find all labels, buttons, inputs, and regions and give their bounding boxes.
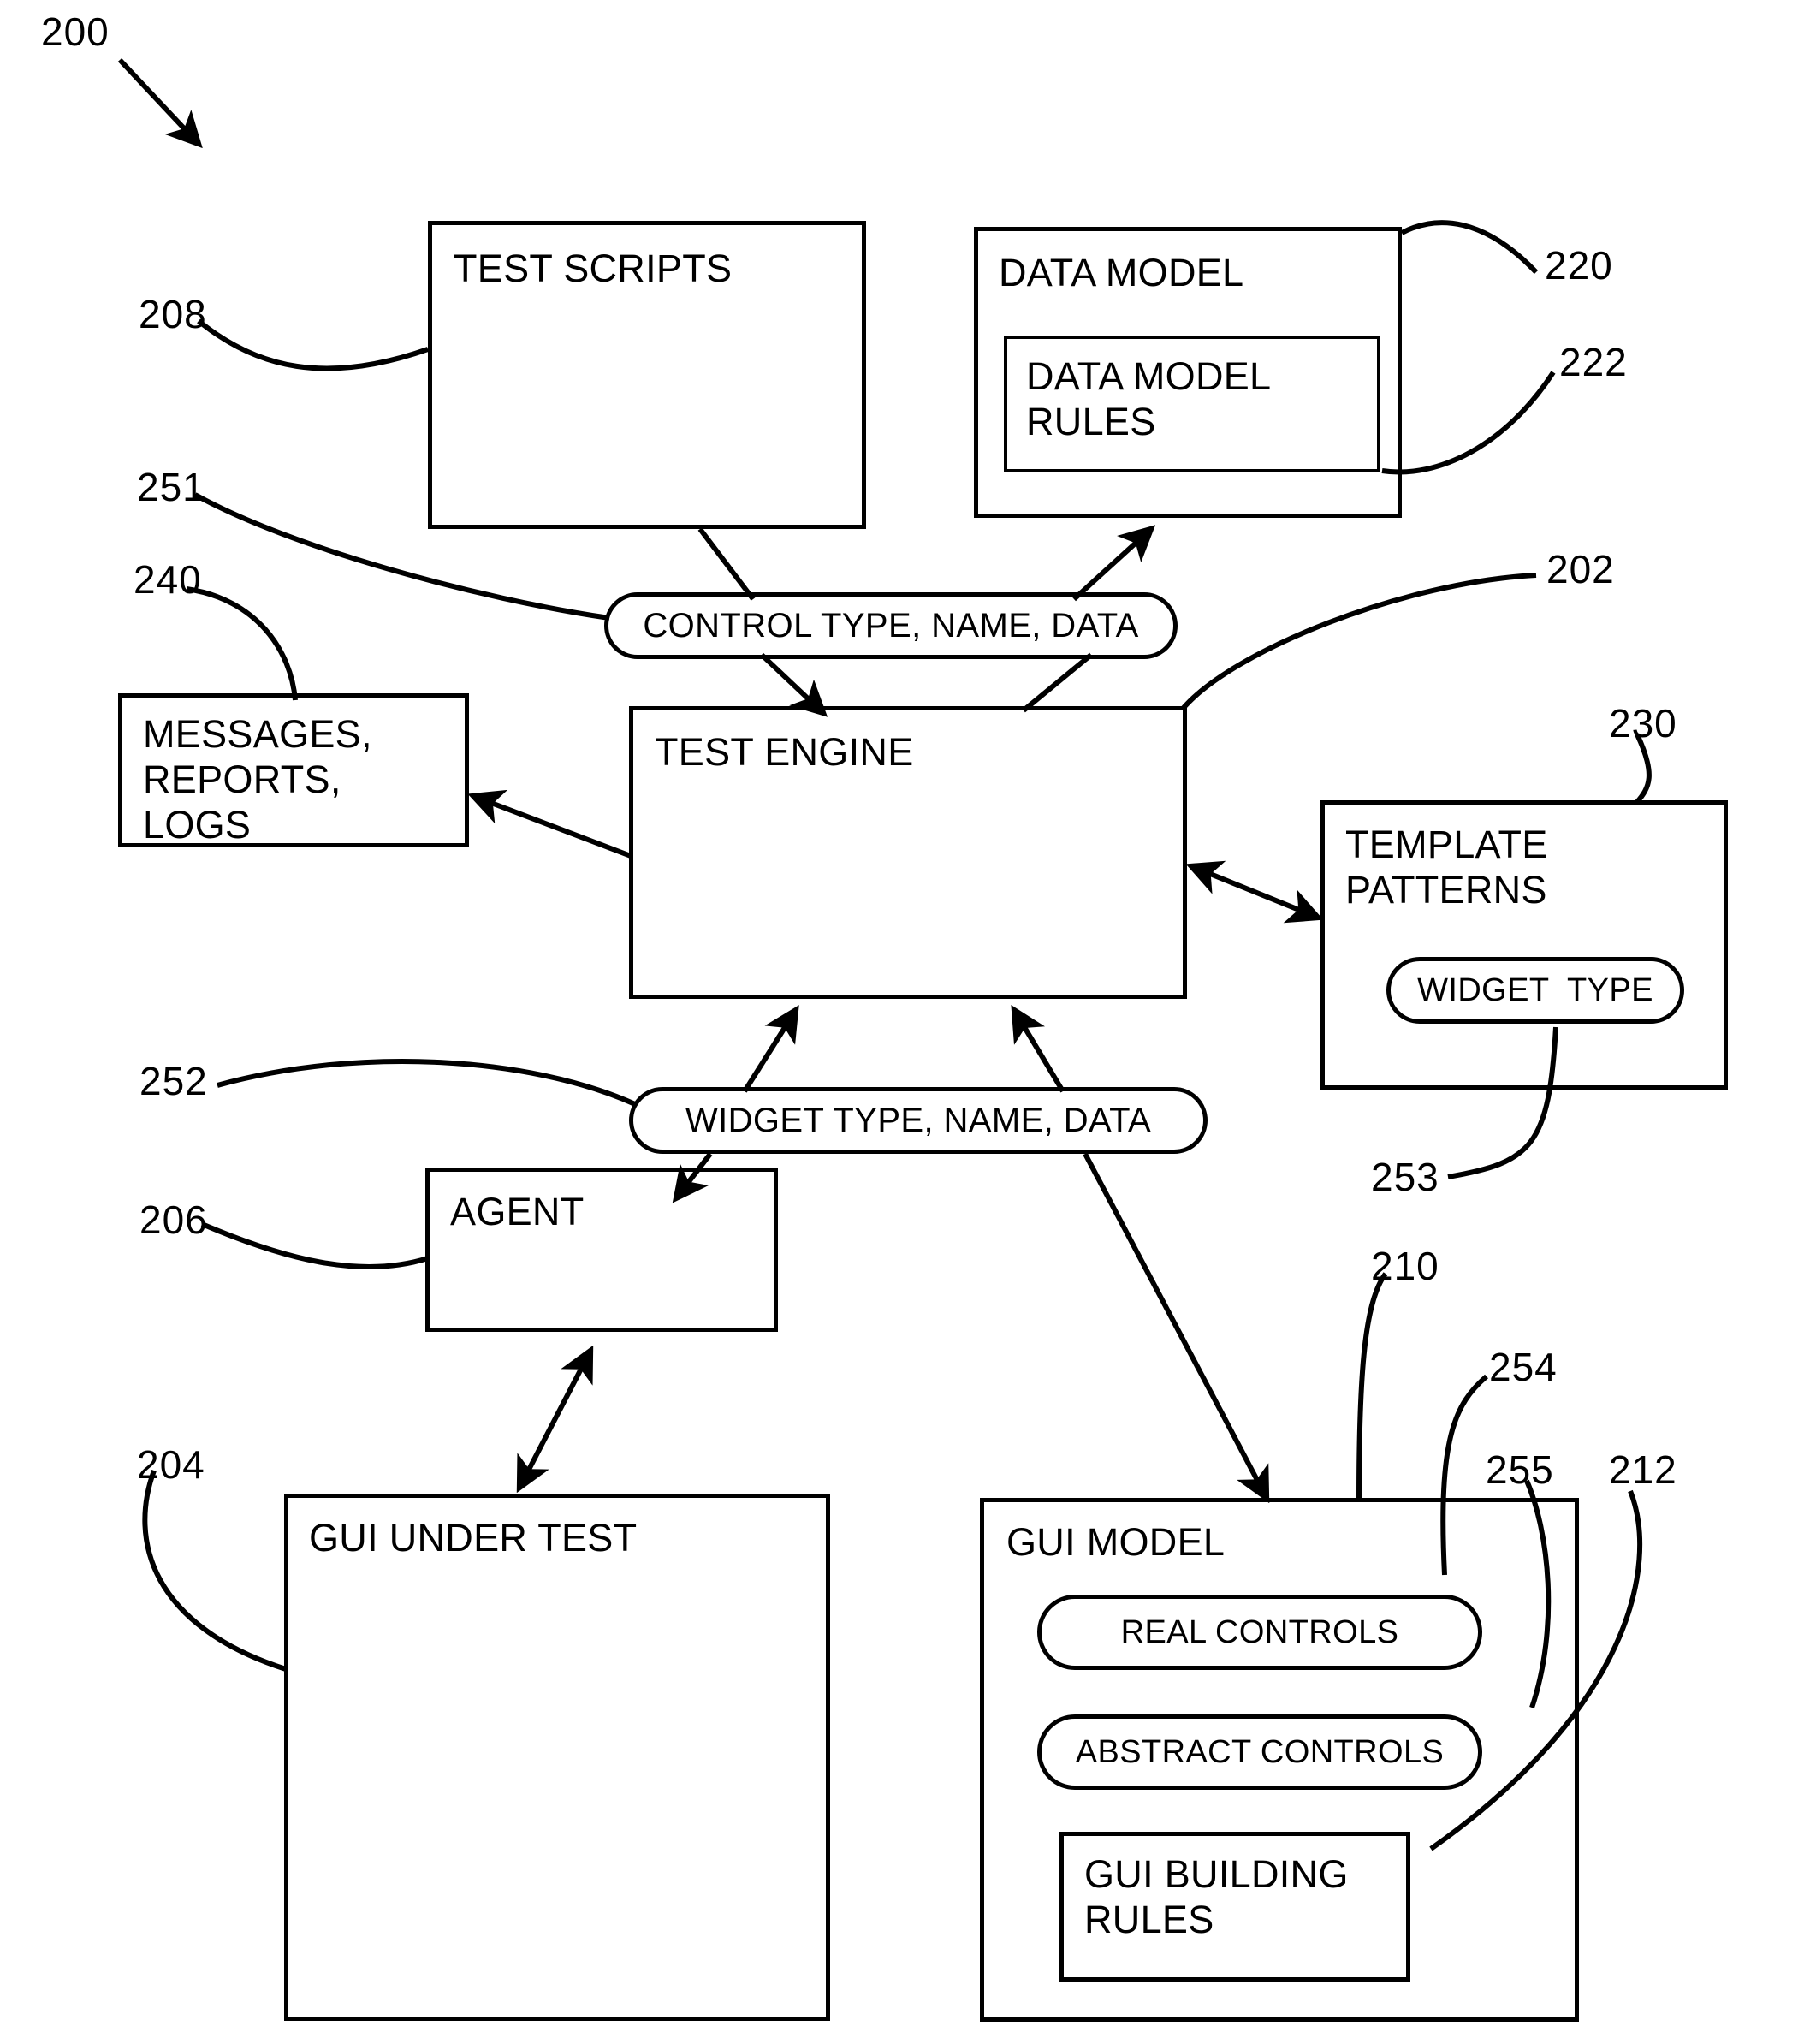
ref-253: 253 — [1371, 1155, 1439, 1199]
ref-251: 251 — [137, 465, 205, 509]
node-messages-reports-logs: MESSAGES, REPORTS, LOGS — [118, 693, 469, 847]
node-gui-model-label: GUI MODEL — [1006, 1520, 1226, 1564]
pill-widget-type-name-data-label: WIDGET TYPE, NAME, DATA — [685, 1101, 1152, 1139]
edge-controlpill-to-datamodel — [1071, 525, 1156, 602]
ref-210: 210 — [1371, 1244, 1439, 1288]
pill-abstract-controls-label: ABSTRACT CONTROLS — [1075, 1733, 1445, 1770]
node-gui-under-test-label: GUI UNDER TEST — [309, 1516, 638, 1560]
lead-line-202 — [1180, 573, 1537, 710]
lead-line-200 — [117, 57, 203, 149]
node-test-engine: TEST ENGINE — [629, 706, 1187, 999]
ref-212: 212 — [1609, 1447, 1677, 1492]
ref-230: 230 — [1609, 701, 1677, 746]
ref-240: 240 — [134, 557, 202, 602]
edge-guiundertest-agent — [516, 1345, 594, 1494]
ref-220: 220 — [1545, 243, 1613, 288]
node-gui-model: GUI MODEL REAL CONTROLS ABSTRACT CONTROL… — [980, 1498, 1579, 2022]
pill-widget-type-label: WIDGET TYPE — [1417, 971, 1653, 1008]
node-gui-under-test: GUI UNDER TEST — [284, 1494, 830, 2021]
edge-testscripts-to-controlpill — [697, 527, 756, 601]
lead-line-204 — [142, 1469, 287, 1672]
pill-control-type-name-data-label: CONTROL TYPE, NAME, DATA — [643, 606, 1139, 645]
ref-208: 208 — [139, 292, 207, 336]
patent-figure-200: 200 208 251 240 220 222 202 230 252 253 … — [0, 0, 1816, 2044]
edge-testengine-templatepatterns — [1185, 860, 1324, 924]
node-template-patterns: TEMPLATE PATTERNS WIDGET TYPE — [1320, 800, 1728, 1090]
node-data-model: DATA MODEL DATA MODEL RULES — [974, 227, 1402, 518]
node-test-scripts-label: TEST SCRIPTS — [454, 247, 733, 290]
edge-testengine-to-messages — [467, 789, 632, 859]
node-gui-building-rules-label: GUI BUILDING RULES — [1084, 1852, 1349, 1942]
node-data-model-rules: DATA MODEL RULES — [1004, 336, 1380, 472]
node-template-patterns-label: TEMPLATE PATTERNS — [1345, 823, 1548, 912]
node-test-engine-label: TEST ENGINE — [655, 730, 914, 774]
ref-252: 252 — [139, 1059, 208, 1103]
pill-real-controls: REAL CONTROLS — [1037, 1595, 1482, 1670]
node-data-model-label: DATA MODEL — [999, 251, 1244, 294]
edge-widgetpill-to-testengine-right — [1011, 1004, 1065, 1093]
lead-line-220 — [1400, 220, 1539, 275]
lead-line-252 — [217, 1059, 637, 1107]
lead-line-206 — [200, 1221, 429, 1269]
lead-line-240 — [186, 586, 298, 701]
lead-line-210 — [1356, 1272, 1388, 1500]
node-test-scripts: TEST SCRIPTS — [428, 221, 866, 529]
pill-control-type-name-data: CONTROL TYPE, NAME, DATA — [604, 592, 1178, 659]
node-data-model-rules-label: DATA MODEL RULES — [1026, 354, 1272, 444]
ref-206: 206 — [139, 1197, 208, 1242]
ref-204: 204 — [137, 1442, 205, 1487]
node-messages-reports-logs-label: MESSAGES, REPORTS, LOGS — [143, 712, 372, 847]
ref-254: 254 — [1489, 1345, 1558, 1389]
edge-widgetpill-to-guimodel — [1083, 1152, 1270, 1504]
edge-widgetpill-to-testengine-left — [742, 1005, 799, 1093]
pill-widget-type: WIDGET TYPE — [1386, 957, 1684, 1024]
node-agent: AGENT — [425, 1168, 778, 1332]
ref-202: 202 — [1546, 547, 1615, 591]
node-agent-label: AGENT — [450, 1190, 585, 1233]
pill-real-controls-label: REAL CONTROLS — [1120, 1613, 1399, 1650]
edge-controlpill-to-testengine — [759, 652, 828, 717]
ref-222: 222 — [1559, 340, 1628, 384]
pill-abstract-controls: ABSTRACT CONTROLS — [1037, 1714, 1482, 1790]
pill-widget-type-name-data: WIDGET TYPE, NAME, DATA — [629, 1087, 1208, 1154]
ref-255: 255 — [1486, 1447, 1554, 1492]
edge-testengine-to-controlpill — [1022, 652, 1093, 713]
node-gui-building-rules: GUI BUILDING RULES — [1059, 1832, 1410, 1982]
lead-line-208 — [197, 318, 429, 371]
ref-200: 200 — [41, 9, 110, 54]
lead-line-222 — [1381, 371, 1556, 475]
